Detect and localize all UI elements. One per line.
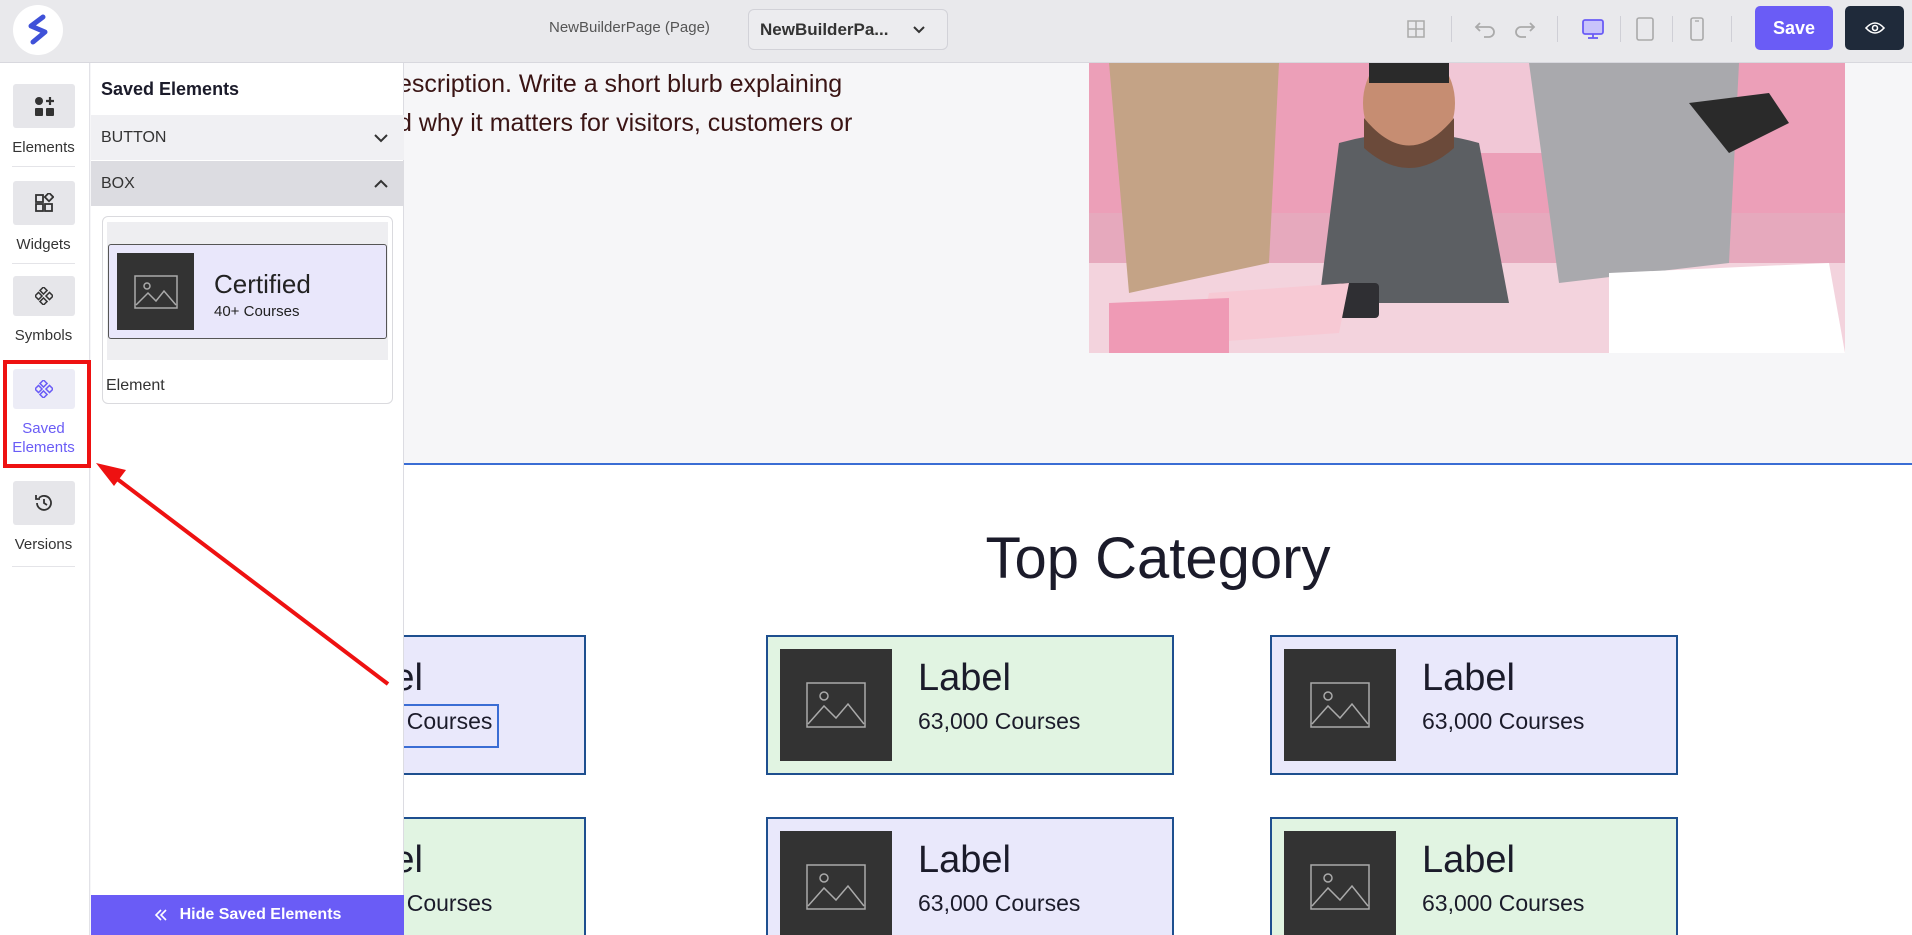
chevron-down-icon <box>374 134 388 143</box>
hero-image[interactable] <box>1089 63 1845 353</box>
rail-item-widgets[interactable]: Widgets <box>12 181 75 254</box>
rail-label: Versions <box>14 536 73 553</box>
mobile-icon[interactable] <box>1682 14 1712 44</box>
category-card[interactable]: Label 63,000 Courses <box>1270 817 1678 935</box>
category-count: 63,000 Courses <box>1422 890 1585 916</box>
app-logo[interactable] <box>13 5 63 55</box>
symbols-icon <box>12 276 75 316</box>
hero-description[interactable]: escription. Write a short blurb explaini… <box>404 63 868 143</box>
page-canvas[interactable]: escription. Write a short blurb explaini… <box>404 63 1912 935</box>
preview-subtitle: 40+ Courses <box>214 303 300 320</box>
toolbar-divider <box>1731 16 1732 42</box>
history-icon <box>12 481 75 525</box>
save-button[interactable]: Save <box>1755 6 1833 50</box>
category-card[interactable]: Label 63,000 Courses <box>404 817 586 935</box>
tablet-icon[interactable] <box>1630 14 1660 44</box>
redo-icon[interactable] <box>1510 14 1540 44</box>
category-card[interactable]: Label 63,000 Courses <box>404 635 586 775</box>
hide-saved-elements-label: Hide Saved Elements <box>179 906 342 923</box>
grid-icon[interactable] <box>1401 14 1431 44</box>
selected-element-outline <box>404 704 499 748</box>
image-placeholder-icon <box>1284 831 1396 935</box>
toolbar-divider <box>1451 16 1452 42</box>
image-placeholder-icon <box>780 649 892 761</box>
page-select-value: NewBuilderPa... <box>760 19 889 39</box>
desktop-icon[interactable] <box>1578 14 1608 44</box>
preview-button[interactable] <box>1845 6 1904 50</box>
section-title[interactable]: Top Category <box>404 525 1912 592</box>
toolbar-divider <box>1620 16 1621 42</box>
eye-icon <box>1864 22 1885 34</box>
accordion-label: BUTTON <box>101 128 167 146</box>
category-card[interactable]: Label 63,000 Courses <box>766 635 1174 775</box>
rail-label: Symbols <box>14 327 73 344</box>
category-label: Label <box>404 839 423 881</box>
preview-title: Certified <box>214 269 311 299</box>
saved-elements-panel: Saved Elements BUTTON BOX Certified 40+ … <box>91 63 404 935</box>
page-select[interactable]: NewBuilderPa... <box>748 9 948 50</box>
elements-icon <box>12 84 75 128</box>
hide-saved-elements-button[interactable]: Hide Saved Elements <box>91 895 404 935</box>
category-card[interactable]: Label 63,000 Courses <box>1270 635 1678 775</box>
annotation-highlight-box <box>3 360 91 468</box>
rail-label: Widgets <box>16 236 71 253</box>
team-photo-image <box>1089 63 1845 353</box>
category-label: Label <box>1422 839 1515 881</box>
rail-item-versions[interactable]: Versions <box>12 481 75 554</box>
rail-label: Elements <box>12 139 75 156</box>
widgets-icon <box>12 181 75 225</box>
rail-divider <box>12 263 75 264</box>
preview-box: Certified 40+ Courses <box>108 244 387 339</box>
category-count: 63,000 Courses <box>1422 708 1585 734</box>
toolbar-divider <box>1557 16 1558 42</box>
top-bar: NewBuilderPage (Page) NewBuilderPa... Sa… <box>0 0 1912 63</box>
accordion-box[interactable]: BOX <box>91 161 404 206</box>
hero-text-line: d why it matters for visitors, customers… <box>404 109 853 137</box>
panel-title: Saved Elements <box>101 79 240 99</box>
chevron-down-icon <box>913 26 925 34</box>
toolbar-divider <box>1672 16 1673 42</box>
category-count: 63,000 Courses <box>404 890 493 916</box>
saved-element-preview: Certified 40+ Courses <box>107 222 388 360</box>
double-chevron-left-icon <box>154 909 167 921</box>
logo-icon <box>28 14 48 45</box>
rail-divider <box>12 166 75 167</box>
rail-divider <box>12 566 75 567</box>
image-placeholder-icon <box>1284 649 1396 761</box>
category-label: Label <box>918 657 1011 699</box>
accordion-label: BOX <box>101 174 135 192</box>
category-count: 63,000 Courses <box>918 890 1081 916</box>
image-placeholder-icon <box>117 253 194 330</box>
category-label: Label <box>1422 657 1515 699</box>
hero-text-line: escription. Write a short blurb explaini… <box>404 70 843 98</box>
image-placeholder-icon <box>780 831 892 935</box>
rail-item-elements[interactable]: Elements <box>12 84 75 157</box>
saved-element-label: Element <box>106 377 165 394</box>
saved-element-card[interactable]: Certified 40+ Courses Element <box>102 216 393 404</box>
category-label: Label <box>918 839 1011 881</box>
category-count: 63,000 Courses <box>918 708 1081 734</box>
category-label: Label <box>404 657 423 699</box>
category-card[interactable]: Label 63,000 Courses <box>766 817 1174 935</box>
rail-item-symbols[interactable]: Symbols <box>12 276 75 345</box>
hero-section[interactable]: escription. Write a short blurb explaini… <box>404 63 1912 465</box>
left-rail: Elements Widgets Symbols Saved Elements … <box>0 63 90 935</box>
page-label: NewBuilderPage (Page) <box>549 19 710 36</box>
undo-icon[interactable] <box>1470 14 1500 44</box>
accordion-button[interactable]: BUTTON <box>91 115 404 160</box>
chevron-up-icon <box>374 179 388 188</box>
